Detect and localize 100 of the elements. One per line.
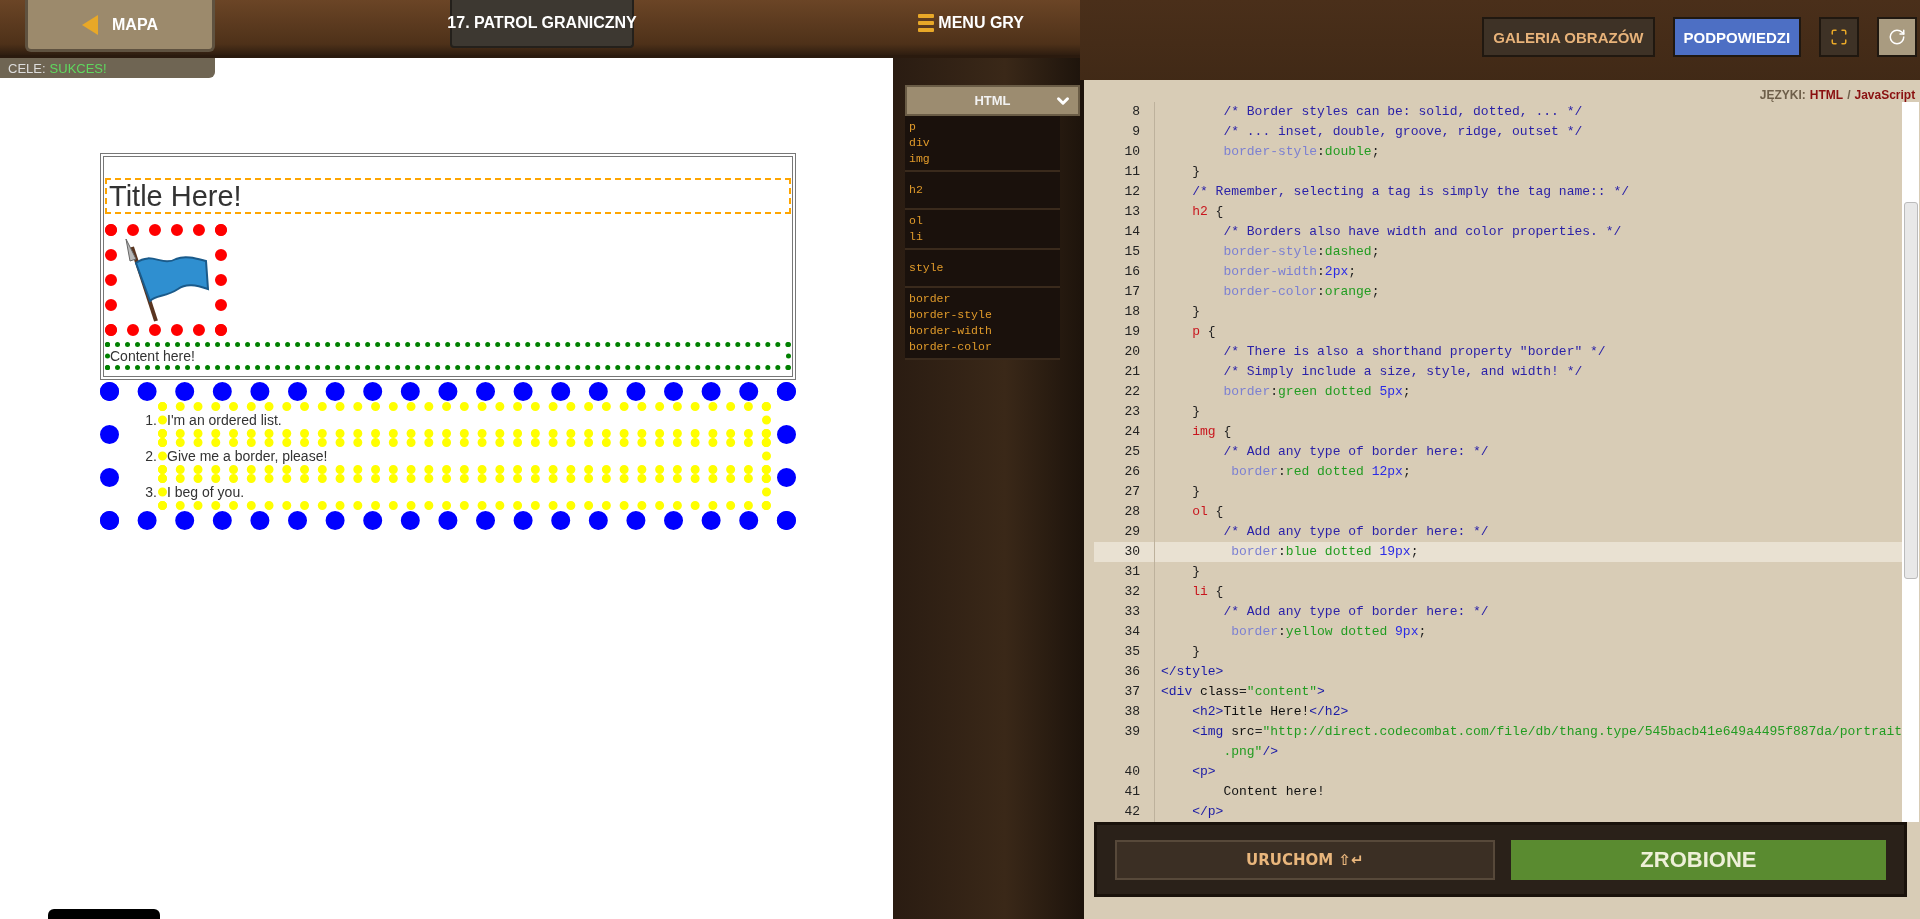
hints-button[interactable]: PODPOWIEDZI — [1672, 17, 1802, 57]
line-number: 18 — [1094, 302, 1155, 322]
line-number: 41 — [1094, 782, 1155, 802]
line-number: 16 — [1094, 262, 1155, 282]
code-line: border-width:2px; — [1222, 263, 1357, 281]
list-number: 2. — [144, 448, 158, 464]
snippet-item[interactable]: div — [905, 135, 1060, 151]
code-line: /* Simply include a size, style, and width! */ — [1222, 363, 1583, 381]
code-line: border:yellow dotted 9px; — [1230, 623, 1427, 641]
reload-button[interactable] — [1877, 17, 1918, 57]
line-number: 19 — [1094, 322, 1155, 342]
code-line: ol { — [1191, 503, 1224, 521]
code-line: <h2>Title Here!</h2> — [1191, 703, 1349, 721]
code-line: Content here! — [1222, 783, 1325, 801]
line-number: 20 — [1094, 342, 1155, 362]
back-arrow-icon — [82, 14, 99, 35]
line-number: 37 — [1094, 682, 1155, 702]
line-number: 10 — [1094, 142, 1155, 162]
line-number: 31 — [1094, 562, 1155, 582]
scroll-thumb[interactable] — [1904, 202, 1919, 579]
code-line: border-style:double; — [1222, 143, 1380, 161]
line-number: 26 — [1094, 462, 1155, 482]
line-number: 39 — [1094, 722, 1155, 762]
snippet-item[interactable]: img — [905, 151, 1060, 167]
code-line: img { — [1191, 423, 1232, 441]
goals-label: CELE: — [8, 60, 46, 76]
code-line: <div class="content"> — [1160, 683, 1325, 701]
line-number: 11 — [1094, 162, 1155, 182]
list-number: 3. — [144, 484, 158, 500]
list-item: I beg of you. — [158, 474, 771, 510]
snippet-item[interactable]: border-color — [905, 339, 1060, 355]
line-number: 38 — [1094, 702, 1155, 722]
code-line: border:green dotted 5px; — [1222, 383, 1411, 401]
code-line: border:blue dotted 19px; — [1230, 543, 1419, 561]
title-heading: Title Here! — [105, 178, 791, 214]
code-line: /* Remember, selecting a tag is simply the tag name:: */ — [1191, 183, 1630, 201]
line-number: 36 — [1094, 662, 1155, 682]
done-button[interactable]: ZROBIONE — [1510, 839, 1887, 880]
line-number: 28 — [1094, 502, 1155, 522]
code-line: /* Add any type of border here: */ — [1222, 603, 1489, 621]
line-number: 25 — [1094, 442, 1155, 462]
snippet-item[interactable]: li — [905, 229, 1060, 245]
code-line: } — [1191, 163, 1200, 181]
line-number: 33 — [1094, 602, 1155, 622]
menu-icon — [918, 13, 935, 33]
line-number: 21 — [1094, 362, 1155, 382]
code-line: border-color:orange; — [1222, 283, 1380, 301]
code-line: /* ... inset, double, groove, ridge, outset */ — [1222, 123, 1583, 141]
snippet-item[interactable]: border-width — [905, 323, 1060, 339]
line-number: 40 — [1094, 762, 1155, 782]
line-number: 24 — [1094, 422, 1155, 442]
snippet-item[interactable]: border — [905, 291, 1060, 307]
language-link[interactable]: HTML — [1809, 88, 1844, 102]
code-line: <p> — [1191, 763, 1216, 781]
fullscreen-icon — [1830, 28, 1849, 46]
line-number: 30 — [1094, 542, 1155, 562]
code-line: } — [1191, 303, 1200, 321]
line-number: 13 — [1094, 202, 1155, 222]
code-line: border-style:dashed; — [1222, 243, 1380, 261]
line-number: 23 — [1094, 402, 1155, 422]
gallery-button[interactable]: GALERIA OBRAZÓW — [1482, 17, 1655, 57]
code-line: /* There is also a shorthand property "border" */ — [1222, 343, 1606, 361]
code-line: h2 { — [1191, 203, 1224, 221]
line-number: 35 — [1094, 642, 1155, 662]
list-number: 1. — [144, 412, 158, 428]
line-number: 15 — [1094, 242, 1155, 262]
line-number: 12 — [1094, 182, 1155, 202]
code-line: </p> — [1191, 803, 1224, 821]
code-line: /* Add any type of border here: */ — [1222, 523, 1489, 541]
line-number: 22 — [1094, 382, 1155, 402]
code-line: } — [1191, 403, 1200, 421]
line-number: 32 — [1094, 582, 1155, 602]
run-button[interactable]: URUCHOM ⇧↵ — [1115, 839, 1495, 880]
code-line: border:red dotted 12px; — [1230, 463, 1411, 481]
line-number: 9 — [1094, 122, 1155, 142]
snippet-item[interactable]: border-style — [905, 307, 1060, 323]
scrollbar[interactable] — [1902, 102, 1920, 822]
reload-icon — [1888, 28, 1907, 46]
language-separator: / — [1847, 88, 1851, 102]
language-link[interactable]: JavaScript — [1854, 88, 1916, 102]
code-line: /* Borders also have width and color properties. */ — [1222, 223, 1622, 241]
line-number: 17 — [1094, 282, 1155, 302]
line-number: 8 — [1094, 102, 1155, 122]
snippet-item[interactable]: h2 — [905, 182, 1060, 198]
snippet-item[interactable]: p — [905, 119, 1060, 135]
code-line: /* Add any type of border here: */ — [1222, 443, 1489, 461]
goals-status: SUKCES! — [49, 60, 107, 76]
game-menu-button[interactable]: MENU GRY — [912, 12, 1030, 34]
snippet-item[interactable]: style — [905, 260, 1060, 276]
fullscreen-button[interactable] — [1819, 17, 1860, 57]
code-line: <img src="http://direct.codecombat.com/file/db/thang.type/545bacb41e649a4495f887da/portrait .png"/> — [1191, 723, 1903, 761]
panel-tab[interactable] — [48, 909, 160, 919]
list-item: I'm an ordered list. — [158, 402, 771, 438]
code-line: li { — [1191, 583, 1224, 601]
code-line: </style> — [1160, 663, 1224, 681]
content-paragraph: Content here! — [105, 342, 791, 370]
code-line: /* Border styles can be: solid, dotted, ... */ — [1222, 103, 1583, 121]
level-title: 17. PATROL GRANICZNY — [450, 0, 634, 48]
snippet-item[interactable]: ol — [905, 213, 1060, 229]
line-number: 34 — [1094, 622, 1155, 642]
